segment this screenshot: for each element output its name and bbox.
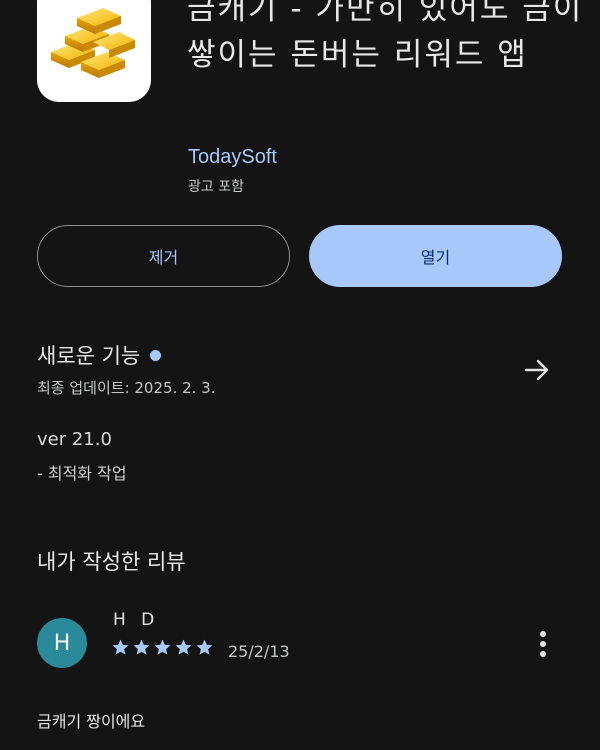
review-date: 25/2/13: [228, 642, 290, 661]
app-icon: [37, 0, 151, 102]
open-button[interactable]: 열기: [309, 225, 562, 287]
star-icon: [133, 639, 150, 655]
avatar-letter: H: [53, 630, 71, 656]
arrow-right-icon[interactable]: [522, 355, 552, 385]
star-icon: [196, 639, 213, 655]
star-icon: [154, 639, 171, 655]
my-review-title: 내가 작성한 리뷰: [37, 550, 186, 574]
star-rating: [111, 638, 214, 657]
version-label: ver 21.0: [37, 429, 112, 450]
whats-new-title: 새로운 기능: [37, 344, 141, 368]
uninstall-button[interactable]: 제거: [37, 225, 290, 287]
review-text: 금캐기 짱이에요: [37, 712, 146, 731]
more-vert-icon[interactable]: [533, 628, 553, 660]
gold-bars-icon: [51, 8, 135, 78]
last-updated: 최종 업데이트: 2025. 2. 3.: [37, 379, 216, 397]
release-notes: - 최적화 작업: [37, 464, 127, 483]
developer-link[interactable]: TodaySoft: [188, 146, 277, 169]
avatar: H: [37, 618, 87, 668]
new-indicator-dot: [150, 349, 162, 361]
ads-notice: 광고 포함: [188, 179, 244, 195]
reviewer-name: H D: [113, 610, 160, 630]
star-icon: [175, 639, 192, 655]
app-title: 금캐기 - 가만히 있어도 금이 쌓이는 돈버는 리워드 앱: [187, 0, 584, 73]
star-icon: [112, 639, 129, 655]
whats-new-header[interactable]: 새로운 기능: [37, 340, 162, 370]
